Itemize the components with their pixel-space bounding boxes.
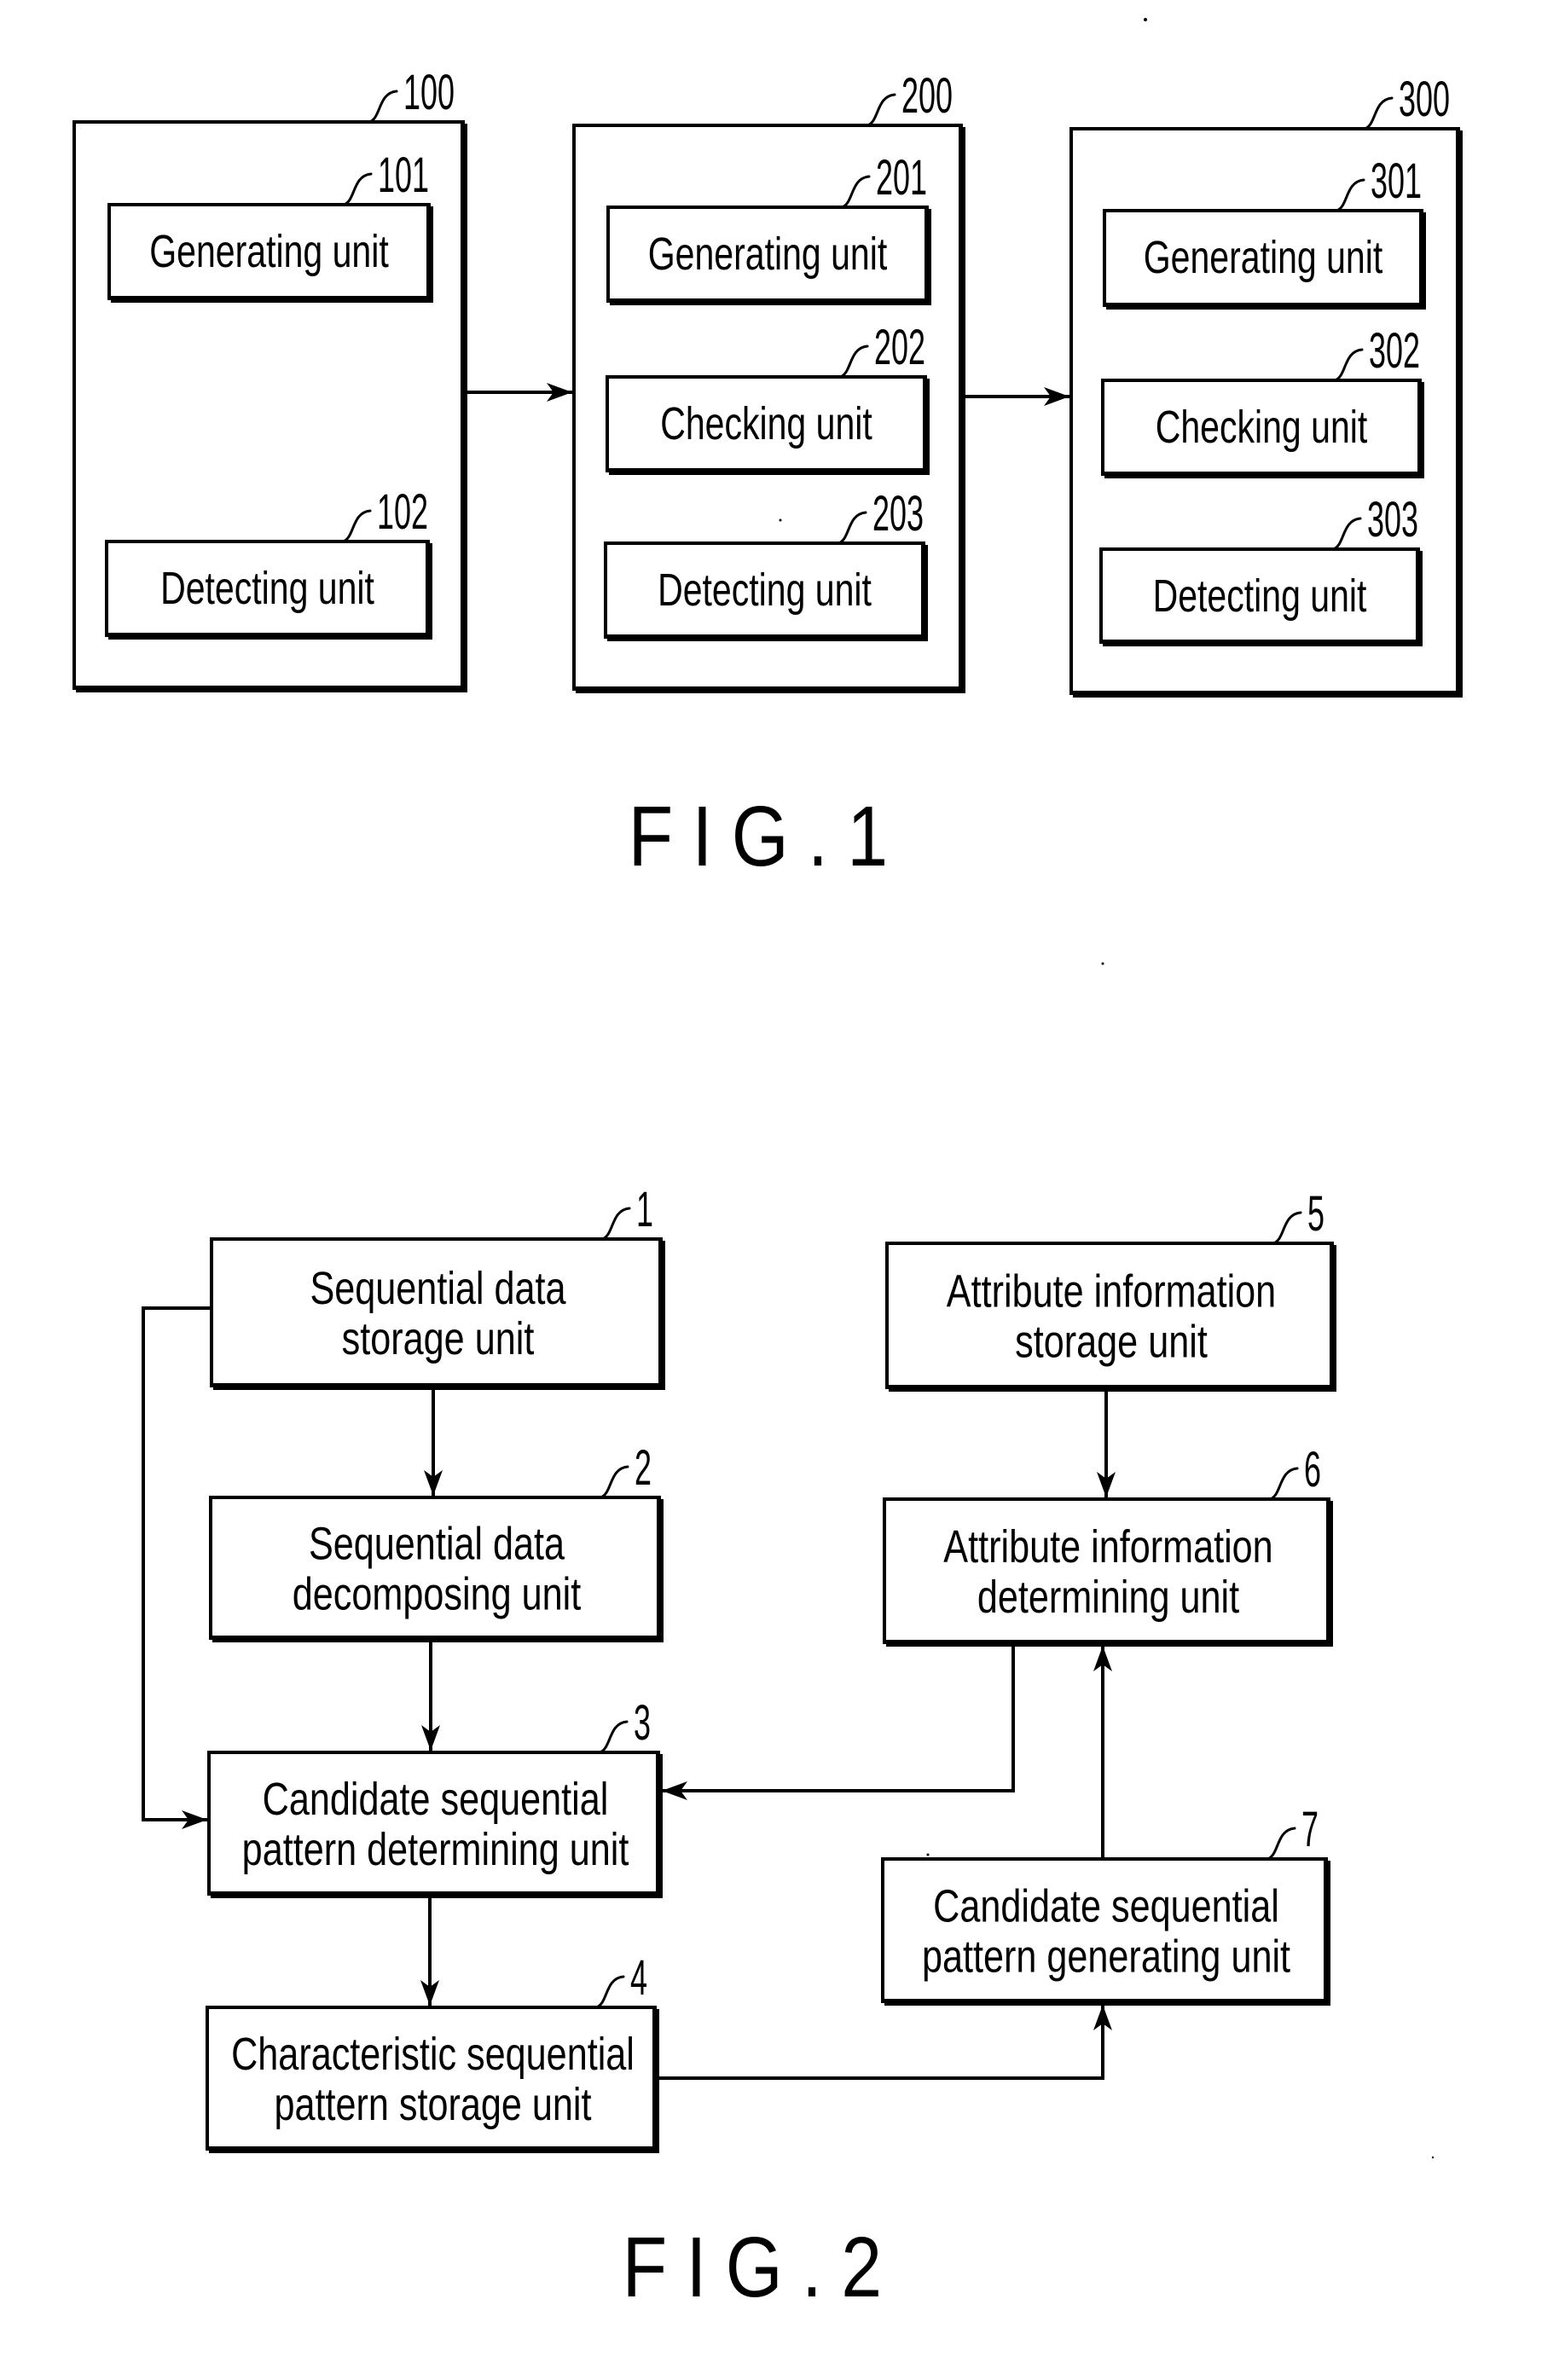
unit-2: 2 Sequential datadecomposing unit: [209, 1440, 664, 1642]
scan-speck: [779, 518, 782, 522]
block-100: 100 101 Generating unit 102Detecting unit: [72, 65, 467, 692]
unit-label: Sequential data: [309, 1519, 565, 1570]
reference-numeral: 3: [634, 1695, 651, 1751]
leader-line: [1266, 1827, 1296, 1861]
figure-2-block-diagram: 1Sequential datastorage unit2Sequential …: [142, 1182, 1336, 2153]
reference-numeral: 201: [876, 150, 927, 206]
unit-label: Sequential data: [310, 1264, 566, 1315]
arrow-1-to-2: [424, 1389, 443, 1496]
arrow-3-to-4: [420, 1897, 439, 2006]
reference-numeral: 4: [630, 1950, 647, 2006]
scan-speck: [1144, 18, 1147, 21]
unit-5: 5 Attribute informationstorage unit: [885, 1186, 1336, 1392]
leader-line: [866, 93, 896, 127]
unit-7: 7 Candidate sequentialpattern generating …: [881, 1802, 1330, 2006]
arrow-100-to-200: [465, 383, 572, 402]
reference-numeral: 2: [635, 1440, 652, 1496]
figure-1-block-diagram: 100101Generating unit102Detecting unit20…: [72, 65, 1463, 698]
unit-label: Generating unit: [648, 229, 888, 281]
reference-numeral: 101: [378, 148, 429, 203]
reference-numeral: 5: [1307, 1186, 1324, 1242]
arrow-200-to-300: [965, 387, 1069, 406]
patent-drawing-sheet: 100101Generating unit102Detecting unit20…: [72, 18, 1463, 2315]
figure-1-caption: FIG.1: [629, 789, 907, 884]
unit-label: Attribute information: [943, 1522, 1272, 1573]
leader-line: [1268, 1467, 1299, 1501]
unit-label: Candidate sequential: [263, 1775, 609, 1826]
arrow-2-to-3: [421, 1642, 440, 1751]
leader-line: [1363, 96, 1394, 130]
unit-label: Detecting unit: [1153, 571, 1367, 623]
figure-2-caption: FIG.2: [623, 2220, 901, 2315]
unit-label: pattern determining unit: [242, 1825, 629, 1876]
unit-label: Generating unit: [1144, 233, 1383, 284]
leader-line: [599, 1465, 629, 1499]
unit-label: decomposing unit: [293, 1569, 582, 1620]
unit-label: Candidate sequential: [933, 1881, 1279, 1932]
reference-numeral: 100: [403, 65, 455, 120]
block-200: 200 201 Generating unit 202Checking unit203…: [572, 68, 965, 693]
reference-numeral: 202: [874, 320, 925, 375]
connector-line: [662, 1646, 1015, 1792]
reference-numeral: 302: [1369, 323, 1420, 379]
arrow-7-to-6: [1093, 1646, 1112, 1857]
reference-numeral: 6: [1304, 1442, 1321, 1497]
unit-label: Generating unit: [149, 227, 389, 278]
leader-line: [368, 90, 398, 124]
scan-speck: [1101, 962, 1104, 965]
unit-label: Attribute information: [947, 1266, 1276, 1317]
unit-label: Checking unit: [1156, 402, 1368, 454]
unit-label: Detecting unit: [658, 565, 872, 617]
unit-label: determining unit: [977, 1572, 1240, 1624]
unit-label: Detecting unit: [160, 564, 374, 615]
scan-speck: [1431, 2156, 1435, 2159]
reference-numeral: 303: [1367, 492, 1418, 547]
unit-1: 1 Sequential datastorage unit: [210, 1182, 665, 1390]
unit-label: storage unit: [342, 1314, 535, 1365]
unit-label: storage unit: [1015, 1317, 1208, 1368]
reference-numeral: 203: [872, 486, 924, 541]
reference-numeral: 1: [636, 1182, 653, 1237]
unit-label: Checking unit: [660, 399, 872, 450]
block-300: 300 301 Generating unit 302Checking unit 303…: [1069, 72, 1463, 698]
unit-3: 3 Candidate sequentialpattern determining…: [207, 1695, 663, 1898]
arrow-4-to-7: [658, 2005, 1112, 2080]
reference-numeral: 102: [377, 484, 428, 540]
leader-line: [594, 1975, 625, 2009]
connector-line: [142, 1306, 210, 1821]
leader-line: [600, 1207, 631, 1241]
reference-numeral: 200: [901, 68, 953, 124]
reference-numeral: 7: [1301, 1802, 1319, 1857]
leader-line: [1272, 1211, 1302, 1245]
reference-numeral: 301: [1371, 153, 1422, 209]
arrow-5-to-6: [1097, 1391, 1116, 1497]
unit-label: Characteristic sequential: [231, 2030, 635, 2081]
arrow-1-to-3: [142, 1306, 210, 1829]
unit-label: pattern storage unit: [274, 2080, 591, 2131]
leader-line: [598, 1720, 629, 1754]
unit-label: pattern generating unit: [922, 1931, 1290, 1983]
scan-speck: [926, 1853, 930, 1856]
reference-numeral: 300: [1399, 72, 1450, 127]
arrow-6-to-3: [662, 1646, 1015, 1800]
connector-line: [658, 2005, 1104, 2080]
